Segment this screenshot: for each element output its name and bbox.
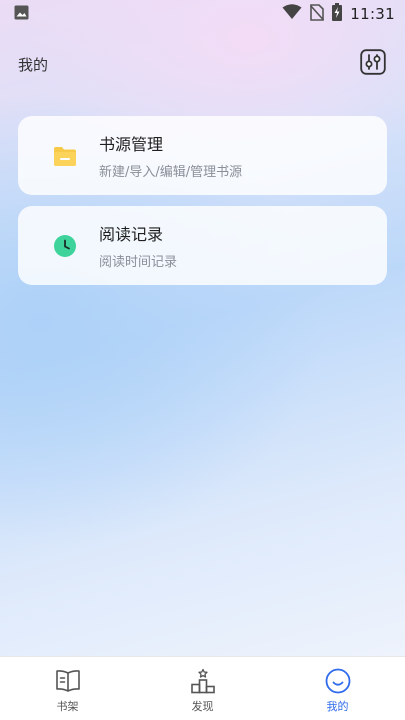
status-left (14, 5, 29, 24)
card-subtitle: 新建/导入/编辑/管理书源 (99, 165, 243, 180)
nav-item-bookshelf[interactable]: 书架 (0, 657, 135, 720)
nav-item-discover[interactable]: 发现 (135, 657, 270, 720)
nav-label: 书架 (56, 700, 79, 713)
book-source-card[interactable]: 书源管理 新建/导入/编辑/管理书源 (18, 116, 387, 195)
nav-label: 我的 (326, 700, 349, 713)
sliders-icon (360, 49, 386, 79)
status-right: 11:31 (282, 3, 395, 25)
wifi-icon (282, 4, 302, 24)
battery-charging-icon (332, 3, 343, 25)
no-sim-icon (310, 3, 325, 25)
card-subtitle: 阅读时间记录 (99, 255, 178, 270)
reading-history-card[interactable]: 阅读记录 阅读时间记录 (18, 206, 387, 285)
reading-history-text: 阅读记录 阅读时间记录 (99, 221, 177, 270)
settings-button[interactable] (359, 49, 387, 79)
book-icon (54, 667, 82, 695)
card-title: 书源管理 (99, 135, 164, 154)
image-icon (14, 5, 29, 24)
clock-icon (52, 233, 78, 259)
smiley-icon (324, 667, 352, 695)
card-title: 阅读记录 (99, 225, 164, 244)
folder-icon (52, 143, 78, 169)
header: 我的 (0, 44, 405, 84)
nav-item-mine[interactable]: 我的 (270, 657, 405, 720)
book-source-text: 书源管理 新建/导入/编辑/管理书源 (99, 131, 242, 180)
bottom-nav: 书架 发现 我的 (0, 656, 405, 720)
status-bar: 11:31 (0, 0, 405, 28)
nav-label: 发现 (191, 700, 214, 713)
podium-icon (189, 667, 217, 695)
clock: 11:31 (350, 5, 395, 23)
page-title: 我的 (18, 55, 49, 74)
